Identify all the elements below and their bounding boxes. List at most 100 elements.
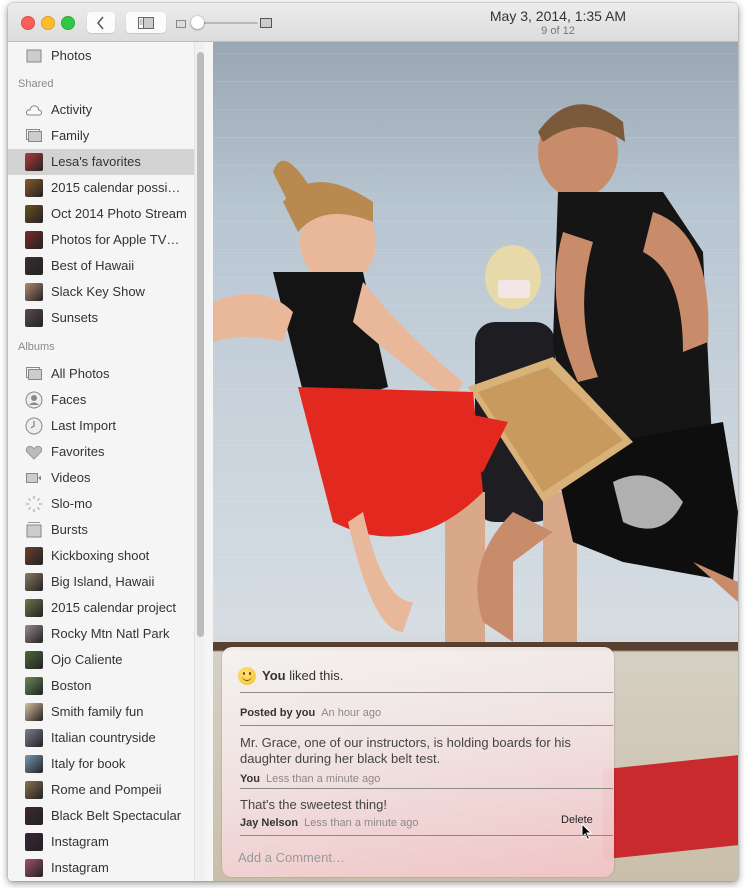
comment-time: Less than a minute ago — [304, 817, 419, 829]
sidebar-item[interactable]: Sunsets — [8, 305, 194, 331]
sidebar-item[interactable]: Rome and Pompeii — [8, 777, 194, 803]
sidebar-item-label: Favorites — [51, 444, 105, 459]
sidebar-item[interactable]: Favorites — [8, 439, 194, 465]
photo-large-icon — [260, 18, 272, 28]
chevron-left-icon — [97, 16, 104, 29]
comment-author: You — [240, 773, 260, 785]
comment-time: Less than a minute ago — [265, 773, 381, 785]
album-thumbnail-icon — [25, 179, 43, 197]
add-comment-input[interactable]: Add a Comment… — [238, 850, 345, 865]
sidebar-item-label: Oct 2014 Photo Stream — [51, 206, 187, 221]
sidebar-item[interactable]: Videos — [8, 465, 194, 491]
zoom-window-button[interactable] — [61, 16, 75, 30]
posted-by-row: Posted by you An hour ago — [240, 703, 612, 721]
sidebar-item[interactable]: Ojo Caliente — [8, 647, 194, 673]
sidebar-item[interactable]: Activity — [8, 97, 194, 123]
album-thumbnail-icon — [25, 807, 43, 825]
sidebar-item[interactable]: Instagram — [8, 855, 194, 881]
zoom-slider-thumb[interactable] — [191, 16, 204, 29]
album-thumbnail-icon — [25, 651, 43, 669]
sidebar-item-label: Best of Hawaii — [51, 258, 135, 273]
sidebar-item-label: Instagram — [51, 860, 109, 875]
sidebar-item[interactable]: Italian countryside — [8, 725, 194, 751]
toggle-sidebar-button[interactable] — [126, 12, 166, 33]
sidebar-item[interactable]: Slack Key Show — [8, 279, 194, 305]
mouse-pointer-icon — [581, 823, 593, 841]
sidebar-item-label: Black Belt Spectacular — [51, 808, 182, 823]
photo-viewer[interactable]: You liked this. Posted by you An hour ago… — [213, 42, 738, 881]
sidebar-item[interactable]: Last Import — [8, 413, 194, 439]
sidebar-item-label: Slack Key Show — [51, 284, 145, 299]
sidebar-item-label: Instagram — [51, 834, 109, 849]
zoom-slider-track[interactable] — [198, 22, 258, 24]
sidebar-item-label: Kickboxing shoot — [51, 548, 150, 563]
sidebar-item-label: Ojo Caliente — [51, 652, 123, 667]
divider — [240, 835, 613, 836]
back-button[interactable] — [87, 12, 115, 33]
comment-text: That's the sweetest thing! — [240, 797, 388, 812]
sidebar-item[interactable]: Faces — [8, 387, 194, 413]
comment-author: Jay Nelson — [240, 817, 299, 829]
sidebar-item[interactable]: Smith family fun — [8, 699, 194, 725]
sidebar-item-label: Family — [51, 128, 90, 143]
album-thumbnail-icon — [25, 283, 43, 301]
bursts-icon — [26, 522, 42, 538]
sidebar-item[interactable]: 2015 calendar project — [8, 595, 194, 621]
sidebar-item[interactable]: Boston — [8, 673, 194, 699]
sidebar-item-label: Activity — [51, 102, 93, 117]
sidebar-item-label: Big Island, Hawaii — [51, 574, 155, 589]
posted-time: An hour ago — [321, 707, 382, 719]
photos-window: May 3, 2014, 1:35 AM 9 of 12 Photos Share… — [8, 3, 738, 881]
like-status: You liked this. — [262, 668, 343, 683]
sidebar-item[interactable]: Photos — [8, 43, 194, 69]
sidebar-item[interactable]: Rocky Mtn Natl Park — [8, 621, 194, 647]
sidebar-item[interactable]: Lesa's favorites — [8, 149, 194, 175]
like-text: liked this. — [285, 668, 344, 683]
stack-icon — [26, 367, 42, 380]
sidebar-item-label: Rocky Mtn Natl Park — [51, 626, 170, 641]
sidebar-scrollbar-thumb[interactable] — [197, 52, 204, 637]
album-thumbnail-icon — [25, 833, 43, 851]
sidebar-item-label: Boston — [51, 678, 92, 693]
album-thumbnail-icon — [25, 547, 43, 565]
like-author: You — [262, 668, 286, 683]
album-thumbnail-icon — [25, 781, 43, 799]
divider — [240, 692, 613, 693]
photo-small-icon — [176, 20, 186, 28]
sidebar-item[interactable]: Big Island, Hawaii — [8, 569, 194, 595]
sidebar-item[interactable]: All Photos — [8, 361, 194, 387]
posted-by: Posted by you — [240, 707, 316, 719]
sidebar-item[interactable]: Oct 2014 Photo Stream — [8, 201, 194, 227]
photo-position-count: 9 of 12 — [541, 25, 575, 37]
sidebar-item[interactable]: Best of Hawaii — [8, 253, 194, 279]
sidebar-item-label: Italian countryside — [51, 730, 156, 745]
clock-icon — [25, 417, 43, 435]
sidebar-item[interactable]: Slo-mo — [8, 491, 194, 517]
sidebar-item[interactable]: Italy for book — [8, 751, 194, 777]
album-thumbnail-icon — [25, 309, 43, 327]
sidebar-item-label: Italy for book — [51, 756, 126, 771]
sidebar-section-header: Shared — [18, 78, 54, 90]
zoom-slider[interactable] — [176, 15, 276, 31]
slomo-icon — [26, 496, 42, 512]
heart-icon — [25, 445, 43, 460]
album-thumbnail-icon — [25, 703, 43, 721]
sidebar-item-label: Smith family fun — [51, 704, 144, 719]
sidebar-item[interactable]: Bursts — [8, 517, 194, 543]
close-window-button[interactable] — [21, 16, 35, 30]
album-thumbnail-icon — [25, 859, 43, 877]
album-thumbnail-icon — [25, 755, 43, 773]
sidebar-item-label: 2015 calendar possi… — [51, 180, 181, 195]
minimize-window-button[interactable] — [41, 16, 55, 30]
sidebar-item[interactable]: Family — [8, 123, 194, 149]
sidebar-item[interactable]: Instagram — [8, 829, 194, 855]
sidebar-item[interactable]: 2015 calendar possi… — [8, 175, 194, 201]
sidebar: Photos Shared Activity Family Lesa's favorit… — [8, 42, 204, 881]
album-thumbnail-icon — [25, 153, 43, 171]
sidebar-item[interactable]: Black Belt Spectacular — [8, 803, 194, 829]
sidebar-item[interactable]: Kickboxing shoot — [8, 543, 194, 569]
smiley-icon[interactable] — [238, 667, 256, 685]
sidebar-item-label: Sunsets — [51, 310, 98, 325]
sidebar-item[interactable]: Photos for Apple TV… — [8, 227, 194, 253]
sidebar-item-label: Videos — [51, 470, 91, 485]
